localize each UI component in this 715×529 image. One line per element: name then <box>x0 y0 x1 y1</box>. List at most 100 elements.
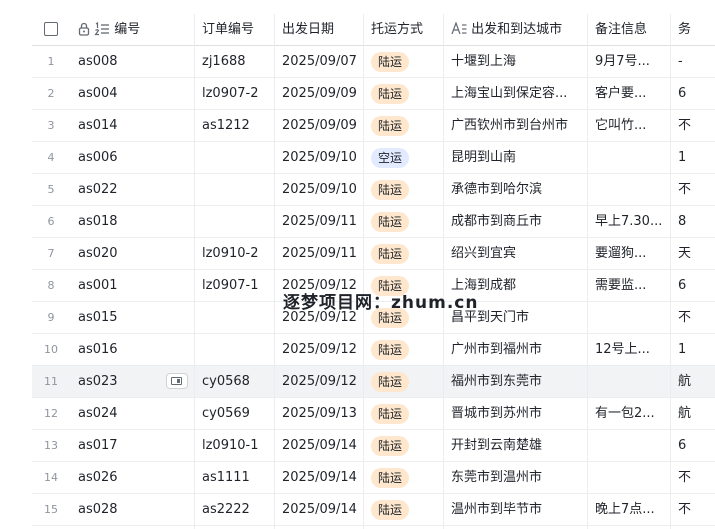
cell-route[interactable]: 昆明到山南 <box>443 142 587 173</box>
cell-route[interactable]: 绍兴到宜宾 <box>443 238 587 269</box>
column-header-route[interactable]: 出发和到达城市 <box>443 14 587 45</box>
cell-route[interactable]: 十堰到上海 <box>443 46 587 77</box>
cell-ship[interactable]: 陆运 <box>363 334 443 365</box>
cell-order[interactable]: lz0910-1 <box>194 430 274 461</box>
cell-extra[interactable]: 8 <box>670 206 715 237</box>
cell-num[interactable]: as001 <box>70 270 194 301</box>
cell-num[interactable]: as017 <box>70 430 194 461</box>
cell-ship[interactable]: 陆运 <box>363 78 443 109</box>
cell-extra[interactable]: 不 <box>670 494 715 525</box>
cell-route[interactable]: 福州市到东莞市 <box>443 366 587 397</box>
cell-num[interactable]: as028 <box>70 494 194 525</box>
cell-route[interactable]: 成都市到商丘市 <box>443 206 587 237</box>
cell-order[interactable]: lz0907-1 <box>194 270 274 301</box>
cell-ship[interactable]: 陆运 <box>363 206 443 237</box>
cell-num[interactable]: as016 <box>70 334 194 365</box>
cell-route[interactable]: 广州市到福州市 <box>443 334 587 365</box>
column-header-order[interactable]: 订单编号 <box>194 14 274 45</box>
cell-note[interactable] <box>587 302 670 333</box>
cell-order[interactable]: cy0569 <box>194 398 274 429</box>
cell-order[interactable]: as1111 <box>194 462 274 493</box>
cell-date[interactable]: 2025/09/12 <box>274 366 363 397</box>
cell-note[interactable]: 早上7.30... <box>587 206 670 237</box>
cell-num[interactable]: as018 <box>70 206 194 237</box>
cell-note[interactable] <box>587 462 670 493</box>
cell-extra[interactable]: - <box>670 46 715 77</box>
cell-route[interactable]: 广西钦州市到台州市 <box>443 110 587 141</box>
cell-route[interactable]: 温州市到毕节市 <box>443 494 587 525</box>
table-row[interactable]: 5 as022 2025/09/10 陆运 承德市到哈尔滨 不 <box>32 174 715 206</box>
column-header-date[interactable]: 出发日期 <box>274 14 363 45</box>
cell-route[interactable]: 上海宝山到保定容... <box>443 78 587 109</box>
cell-note[interactable] <box>587 430 670 461</box>
cell-route[interactable]: 晋城市到苏州市 <box>443 398 587 429</box>
table-row[interactable]: 3 as014 as1212 2025/09/09 陆运 广西钦州市到台州市 它叫竹... 不 <box>32 110 715 142</box>
table-row[interactable]: 14 as026 as1111 2025/09/14 陆运 东莞市到温州市 不 <box>32 462 715 494</box>
cell-extra[interactable]: 1 <box>670 142 715 173</box>
cell-num[interactable]: as014 <box>70 110 194 141</box>
cell-order[interactable]: as1212 <box>194 110 274 141</box>
column-header-num[interactable]: 编号 <box>70 14 194 45</box>
cell-ship[interactable]: 陆运 <box>363 238 443 269</box>
cell-note[interactable]: 9月7号... <box>587 46 670 77</box>
cell-order[interactable] <box>194 174 274 205</box>
cell-note[interactable]: 12号上... <box>587 334 670 365</box>
table-row[interactable]: 4 as006 2025/09/10 空运 昆明到山南 1 <box>32 142 715 174</box>
table-row[interactable]: 10 as016 2025/09/12 陆运 广州市到福州市 12号上... 1 <box>32 334 715 366</box>
cell-extra[interactable]: 6 <box>670 270 715 301</box>
cell-route[interactable]: 开封到云南楚雄 <box>443 430 587 461</box>
cell-ship[interactable]: 陆运 <box>363 398 443 429</box>
cell-note[interactable]: 有一包2... <box>587 398 670 429</box>
cell-date[interactable]: 2025/09/12 <box>274 334 363 365</box>
cell-date[interactable]: 2025/09/14 <box>274 462 363 493</box>
cell-num[interactable]: as015 <box>70 302 194 333</box>
cell-date[interactable]: 2025/09/13 <box>274 398 363 429</box>
table-row[interactable]: 13 as017 lz0910-1 2025/09/14 陆运 开封到云南楚雄 6 <box>32 430 715 462</box>
cell-date[interactable]: 2025/09/11 <box>274 238 363 269</box>
cell-num[interactable]: as020 <box>70 238 194 269</box>
cell-date[interactable]: 2025/09/14 <box>274 494 363 525</box>
cell-num[interactable]: as006 <box>70 142 194 173</box>
cell-order[interactable] <box>194 302 274 333</box>
cell-extra[interactable]: 航 <box>670 398 715 429</box>
cell-note[interactable]: 客户要... <box>587 78 670 109</box>
cell-extra[interactable]: 6 <box>670 78 715 109</box>
select-all-checkbox[interactable] <box>44 21 58 36</box>
cell-date[interactable]: 2025/09/10 <box>274 174 363 205</box>
expand-record-icon[interactable] <box>166 373 188 389</box>
cell-order[interactable] <box>194 334 274 365</box>
table-row[interactable]: 12 as024 cy0569 2025/09/13 陆运 晋城市到苏州市 有一包2... 航 <box>32 398 715 430</box>
cell-date[interactable]: 2025/09/10 <box>274 142 363 173</box>
cell-note[interactable]: 晚上7点... <box>587 494 670 525</box>
cell-ship[interactable]: 陆运 <box>363 46 443 77</box>
select-all-cell[interactable] <box>32 14 70 45</box>
cell-note[interactable]: 要遛狗... <box>587 238 670 269</box>
cell-order[interactable] <box>194 142 274 173</box>
cell-num[interactable]: as026 <box>70 462 194 493</box>
cell-note[interactable] <box>587 174 670 205</box>
cell-ship[interactable]: 陆运 <box>363 366 443 397</box>
cell-date[interactable]: 2025/09/09 <box>274 110 363 141</box>
cell-order[interactable] <box>194 206 274 237</box>
cell-order[interactable]: zj1688 <box>194 46 274 77</box>
cell-num[interactable]: as024 <box>70 398 194 429</box>
cell-note[interactable] <box>587 142 670 173</box>
cell-order[interactable]: lz0910-2 <box>194 238 274 269</box>
table-row[interactable]: 7 as020 lz0910-2 2025/09/11 陆运 绍兴到宜宾 要遛狗... 天 <box>32 238 715 270</box>
column-header-extra[interactable]: 务 <box>670 14 715 45</box>
cell-note[interactable]: 需要监... <box>587 270 670 301</box>
cell-date[interactable]: 2025/09/11 <box>274 206 363 237</box>
cell-date[interactable]: 2025/09/14 <box>274 430 363 461</box>
table-row[interactable]: 15 as028 as2222 2025/09/14 陆运 温州市到毕节市 晚上7点... 不 <box>32 494 715 526</box>
cell-extra[interactable]: 航 <box>670 366 715 397</box>
table-row[interactable]: 1 as008 zj1688 2025/09/07 陆运 十堰到上海 9月7号... - <box>32 46 715 78</box>
cell-extra[interactable]: 6 <box>670 430 715 461</box>
cell-extra[interactable]: 1 <box>670 334 715 365</box>
cell-order[interactable]: cy0568 <box>194 366 274 397</box>
cell-route[interactable]: 东莞市到温州市 <box>443 462 587 493</box>
cell-date[interactable]: 2025/09/07 <box>274 46 363 77</box>
cell-num[interactable]: as008 <box>70 46 194 77</box>
cell-extra[interactable]: 不 <box>670 110 715 141</box>
cell-date[interactable]: 2025/09/09 <box>274 78 363 109</box>
cell-extra[interactable]: 天 <box>670 238 715 269</box>
